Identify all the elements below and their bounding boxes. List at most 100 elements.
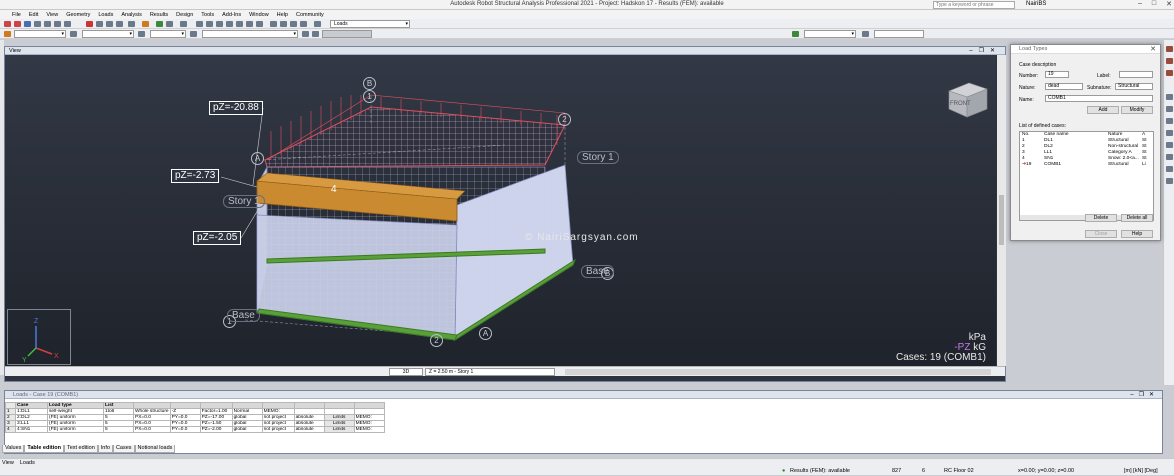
select-case-icon[interactable] (138, 31, 145, 37)
menu-file[interactable]: File (12, 12, 21, 18)
close-icon[interactable]: ✕ (990, 48, 1001, 54)
table-row[interactable]: 4 4:SN1 (FE) uniform 5 PX=0.0 PY=0.0 PZ=-2.00… (5, 426, 385, 433)
units-display[interactable]: [m] [kN] [Deg] (1124, 468, 1158, 474)
mode-combo[interactable]: ▾ (202, 30, 298, 38)
selection-icon[interactable] (300, 21, 307, 27)
filter-options-icon[interactable] (312, 31, 319, 37)
restore-icon[interactable]: ❐ (979, 48, 990, 54)
load-label-pz-lower[interactable]: pZ=-2.05 (193, 231, 242, 245)
calculate-icon[interactable] (142, 21, 149, 27)
maximize-icon[interactable]: □ (1152, 0, 1156, 8)
modify-button[interactable]: Modify (1121, 106, 1153, 114)
thickness-icon[interactable] (1166, 154, 1173, 160)
cut-icon[interactable] (86, 21, 93, 27)
print-icon[interactable] (34, 21, 41, 27)
redo-icon[interactable] (128, 21, 135, 27)
menu-design[interactable]: Design (176, 12, 193, 18)
menu-analysis[interactable]: Analysis (121, 12, 141, 18)
supports-icon[interactable] (1166, 58, 1173, 64)
node-selection-combo[interactable]: ▾ (14, 30, 66, 38)
rotate-icon[interactable] (246, 21, 253, 27)
close-icon[interactable]: ✕ (1149, 392, 1159, 398)
properties-icon[interactable] (166, 21, 173, 27)
subnature-select[interactable]: Structural (1115, 83, 1153, 90)
tab-table-edition[interactable]: Table edition (24, 445, 64, 453)
global-combo[interactable]: ▾ (804, 30, 856, 38)
close-icon[interactable]: ✕ (1166, 0, 1172, 8)
list-item-selected[interactable]: ➔19 COMB1 Structural Li (1020, 162, 1148, 168)
xz-view-icon[interactable] (280, 21, 287, 27)
delete-button[interactable]: Delete (1085, 214, 1117, 222)
search-input[interactable]: Type a keyword or phrase (933, 1, 1015, 9)
minimize-icon[interactable]: – (1138, 0, 1142, 8)
load-label-pz-roof[interactable]: pZ=-20.88 (209, 101, 263, 115)
scroll-thumb[interactable] (999, 195, 1004, 245)
wall-icon[interactable] (1166, 118, 1173, 124)
tab-loads[interactable]: Loads (20, 460, 35, 466)
opening-icon[interactable] (1166, 130, 1173, 136)
structure-model-icon[interactable] (156, 21, 163, 27)
xy-view-icon[interactable] (270, 21, 277, 27)
menu-geometry[interactable]: Geometry (66, 12, 90, 18)
story-icon[interactable] (1166, 166, 1173, 172)
open-icon[interactable] (14, 21, 21, 27)
limits-button[interactable]: Limits (323, 426, 355, 433)
view-3d-icon[interactable] (256, 21, 263, 27)
loads-layout-combo[interactable]: Loads ▾ (330, 20, 410, 28)
global-icon[interactable] (792, 31, 799, 37)
defined-cases-list[interactable]: No. Case name Nature A 1 DL1 Structural St … (1019, 131, 1154, 221)
copy-icon[interactable] (96, 21, 103, 27)
case-selection-combo[interactable]: ▾ (150, 30, 186, 38)
zoom-window-icon[interactable] (216, 21, 223, 27)
tab-text-edition[interactable]: Text edition (63, 445, 98, 453)
slab-icon[interactable] (1166, 106, 1173, 112)
menu-view[interactable]: View (46, 12, 58, 18)
menu-tools[interactable]: Tools (201, 12, 214, 18)
structure-combo[interactable] (874, 30, 924, 38)
loads-icon[interactable] (1166, 70, 1173, 76)
panel-icon[interactable] (1166, 94, 1173, 100)
bar-sections-icon[interactable] (1166, 46, 1173, 52)
restore-icon[interactable]: ❐ (1139, 392, 1149, 398)
minimize-icon[interactable]: – (1130, 392, 1138, 398)
tab-cases[interactable]: Cases (112, 445, 135, 453)
view-vertical-scrollbar[interactable] (997, 55, 1006, 366)
select-bar-icon[interactable] (70, 31, 77, 37)
menu-window[interactable]: Window (249, 12, 269, 18)
screen-capture-icon[interactable] (54, 21, 61, 27)
tab-notional-loads[interactable]: Notional loads (134, 445, 176, 453)
zoom-in-icon[interactable] (196, 21, 203, 27)
user-name[interactable]: NairiBS (1026, 1, 1046, 7)
filter-icon[interactable] (302, 31, 309, 37)
structure-icon[interactable] (862, 31, 869, 37)
nature-select[interactable]: dead (1045, 83, 1083, 90)
select-node-icon[interactable] (4, 31, 11, 37)
group-combo[interactable] (322, 30, 372, 38)
yz-view-icon[interactable] (290, 21, 297, 27)
mesh-icon[interactable] (1166, 142, 1173, 148)
close-icon[interactable]: ✕ (1150, 45, 1156, 53)
loads-table[interactable]: Case Load type List 1 1:DL1 self-weight 1to… (5, 402, 385, 433)
view-mode-3d[interactable]: 3D (389, 368, 423, 376)
menu-community[interactable]: Community (296, 12, 324, 18)
label-field[interactable] (1119, 71, 1153, 78)
menu-loads[interactable]: Loads (98, 12, 113, 18)
name-field[interactable]: COMB1 (1045, 95, 1153, 102)
load-label-pz-beam[interactable]: pZ=-2.73 (171, 169, 220, 183)
save-icon[interactable] (24, 21, 31, 27)
tab-view[interactable]: View (2, 460, 14, 466)
select-mode-icon[interactable] (190, 31, 197, 37)
display-icon[interactable] (180, 21, 187, 27)
view-horizontal-scrollbar[interactable] (565, 369, 991, 375)
grid-icon[interactable] (1166, 178, 1173, 184)
paste-icon[interactable] (106, 21, 113, 27)
zoom-out-icon[interactable] (206, 21, 213, 27)
close-button[interactable]: Close (1085, 230, 1117, 238)
number-field[interactable]: 19 (1045, 71, 1069, 78)
report-icon[interactable] (64, 21, 71, 27)
structure-viewport[interactable]: pZ=-20.88 pZ=-2.73 pZ=-2.05 4 B 1 A 2 B … (5, 55, 996, 366)
minimize-icon[interactable]: – (969, 48, 978, 54)
zoom-all-icon[interactable] (226, 21, 233, 27)
story-level-selector[interactable]: Z = 2.50 m - Story 1 (425, 368, 555, 376)
menu-addins[interactable]: Add-Ins (222, 12, 241, 18)
